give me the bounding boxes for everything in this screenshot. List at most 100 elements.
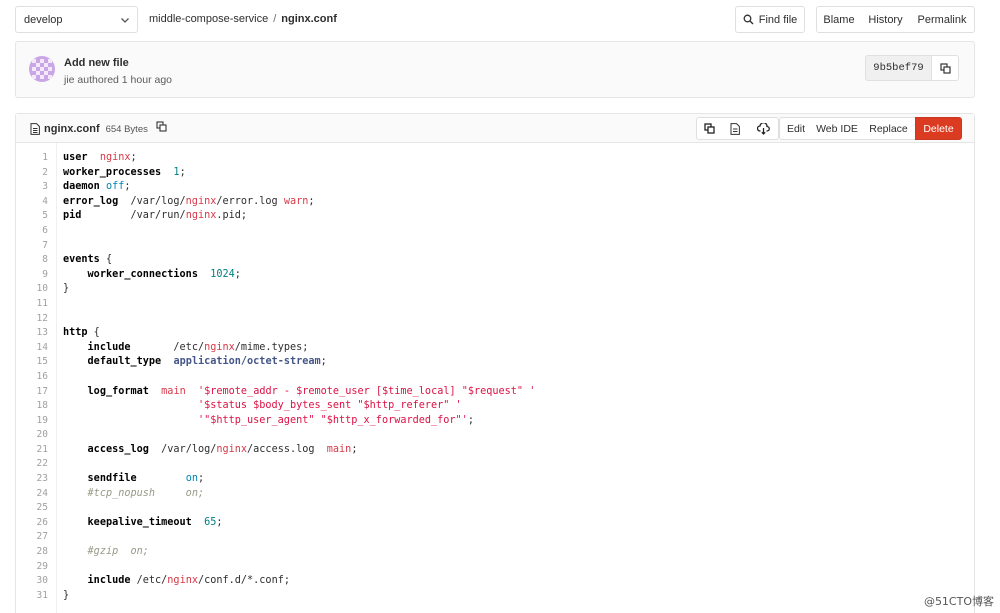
copy-file-path-icon[interactable] <box>156 121 167 132</box>
line-number[interactable]: 12 <box>16 312 48 327</box>
blame-button[interactable]: Blame <box>816 6 862 33</box>
copy-source-button[interactable] <box>696 117 723 140</box>
line-content: #gzip on; <box>87 546 149 558</box>
cloud-download-icon <box>756 122 770 135</box>
line-number[interactable]: 23 <box>16 472 48 487</box>
code-line: 12 <box>16 312 974 327</box>
breadcrumb-project[interactable]: middle-compose-service <box>149 13 268 25</box>
line-number[interactable]: 24 <box>16 487 48 502</box>
line-content: default_type application/octet-stream; <box>87 356 327 368</box>
line-number[interactable]: 6 <box>16 224 48 239</box>
line-number[interactable]: 19 <box>16 414 48 429</box>
line-number[interactable]: 14 <box>16 341 48 356</box>
breadcrumb-separator: / <box>273 13 277 25</box>
code-line: 13 http { <box>16 326 974 341</box>
code-line: 2 worker_processes 1; <box>16 166 974 181</box>
code-line: 31} <box>16 589 974 604</box>
code-line: 15 default_type application/octet-stream… <box>16 355 974 370</box>
line-content: sendfile on; <box>87 473 205 485</box>
last-commit-panel: Add new file jie authored 1 hour ago 9b5… <box>15 41 975 98</box>
file-size: 654 Bytes <box>105 123 148 135</box>
code-line: 23 sendfile on; <box>16 472 974 487</box>
line-number[interactable]: 20 <box>16 428 48 443</box>
file-viewer: nginx.conf 654 Bytes Edit Web IDE Replac… <box>15 113 975 613</box>
search-icon <box>743 14 754 25</box>
code-line: 14 include /etc/nginx/mime.types; <box>16 341 974 356</box>
branch-dropdown[interactable]: develop <box>15 6 138 33</box>
line-number[interactable]: 16 <box>16 370 48 385</box>
code-line: 19 '"$http_user_agent" "$http_x_forwarde… <box>16 414 974 429</box>
code-line: 1 user nginx; <box>16 151 974 166</box>
file-raw-icon <box>730 122 740 135</box>
line-number[interactable]: 4 <box>16 195 48 210</box>
line-number[interactable]: 31 <box>16 589 48 604</box>
edit-button[interactable]: Edit <box>779 117 813 140</box>
watermark: @51CTO博客 <box>923 595 994 608</box>
find-file-label: Find file <box>758 13 798 26</box>
web-ide-button[interactable]: Web IDE <box>812 117 863 140</box>
line-content: keepalive_timeout 65; <box>87 516 223 528</box>
line-content: user nginx; <box>63 152 137 163</box>
line-number[interactable]: 28 <box>16 545 48 560</box>
code-line: 20 <box>16 428 974 443</box>
line-number[interactable]: 26 <box>16 516 48 531</box>
line-number[interactable]: 15 <box>16 355 48 370</box>
line-content: access_log /var/log/nginx/access.log mai… <box>87 443 358 455</box>
line-number[interactable]: 13 <box>16 326 48 341</box>
line-content: include /etc/nginx/conf.d/*.conf; <box>87 575 290 587</box>
find-file-button[interactable]: Find file <box>735 6 805 33</box>
code-line: 5 pid /var/run/nginx.pid; <box>16 209 974 224</box>
history-button[interactable]: History <box>861 6 911 33</box>
code-view: 1 user nginx; 2 worker_processes 1; 3 daemon … <box>16 151 974 603</box>
permalink-button[interactable]: Permalink <box>910 6 975 33</box>
code-line: 30 include /etc/nginx/conf.d/*.conf; <box>16 574 974 589</box>
open-raw-button[interactable] <box>722 117 749 140</box>
line-number[interactable]: 9 <box>16 268 48 283</box>
code-line: 18 '$status $body_bytes_sent "$http_refe… <box>16 399 974 414</box>
line-content: http { <box>63 327 100 339</box>
file-name: nginx.conf <box>44 123 100 135</box>
delete-button[interactable]: Delete <box>915 117 962 140</box>
line-number[interactable]: 5 <box>16 209 48 224</box>
line-content: #tcp_nopush on; <box>87 487 205 499</box>
line-number[interactable]: 1 <box>16 151 48 166</box>
code-line: 8 events { <box>16 253 974 268</box>
line-number[interactable]: 11 <box>16 297 48 312</box>
code-line: 4 error_log /var/log/nginx/error.log warn… <box>16 195 974 210</box>
line-number[interactable]: 2 <box>16 166 48 181</box>
line-number[interactable]: 8 <box>16 253 48 268</box>
line-number[interactable]: 10 <box>16 282 48 297</box>
code-line: 24 #tcp_nopush on; <box>16 487 974 502</box>
line-content: error_log /var/log/nginx/error.log warn; <box>63 195 315 207</box>
line-number[interactable]: 7 <box>16 239 48 254</box>
breadcrumb-file[interactable]: nginx.conf <box>281 13 337 25</box>
line-number[interactable]: 25 <box>16 501 48 516</box>
line-number[interactable]: 22 <box>16 457 48 472</box>
line-number[interactable]: 21 <box>16 443 48 458</box>
replace-button[interactable]: Replace <box>862 117 916 140</box>
code-line: 3 daemon off; <box>16 180 974 195</box>
line-number[interactable]: 29 <box>16 560 48 575</box>
code-line: 7 <box>16 239 974 254</box>
line-content: log_format main '$remote_addr - $remote_… <box>87 385 536 397</box>
line-content: include /etc/nginx/mime.types; <box>87 341 309 353</box>
code-line: 22 <box>16 457 974 472</box>
code-line: 11 <box>16 297 974 312</box>
line-number[interactable]: 3 <box>16 180 48 195</box>
line-content: pid /var/run/nginx.pid; <box>63 210 248 222</box>
line-number[interactable]: 17 <box>16 385 48 400</box>
code-line: 6 <box>16 224 974 239</box>
breadcrumb: middle-compose-service / nginx.conf <box>149 13 337 25</box>
copy-sha-button[interactable] <box>931 55 959 81</box>
file-header: nginx.conf 654 Bytes Edit Web IDE Replac… <box>16 114 974 143</box>
download-button[interactable] <box>748 117 779 140</box>
avatar[interactable] <box>29 56 55 82</box>
line-content: '"$http_user_agent" "$http_x_forwarded_f… <box>197 414 474 426</box>
line-number[interactable]: 27 <box>16 530 48 545</box>
line-number[interactable]: 18 <box>16 399 48 414</box>
code-line: 27 <box>16 530 974 545</box>
commit-title[interactable]: Add new file <box>64 57 129 69</box>
file-icon <box>30 123 40 135</box>
line-number[interactable]: 30 <box>16 574 48 589</box>
commit-sha[interactable]: 9b5bef79 <box>865 55 932 81</box>
